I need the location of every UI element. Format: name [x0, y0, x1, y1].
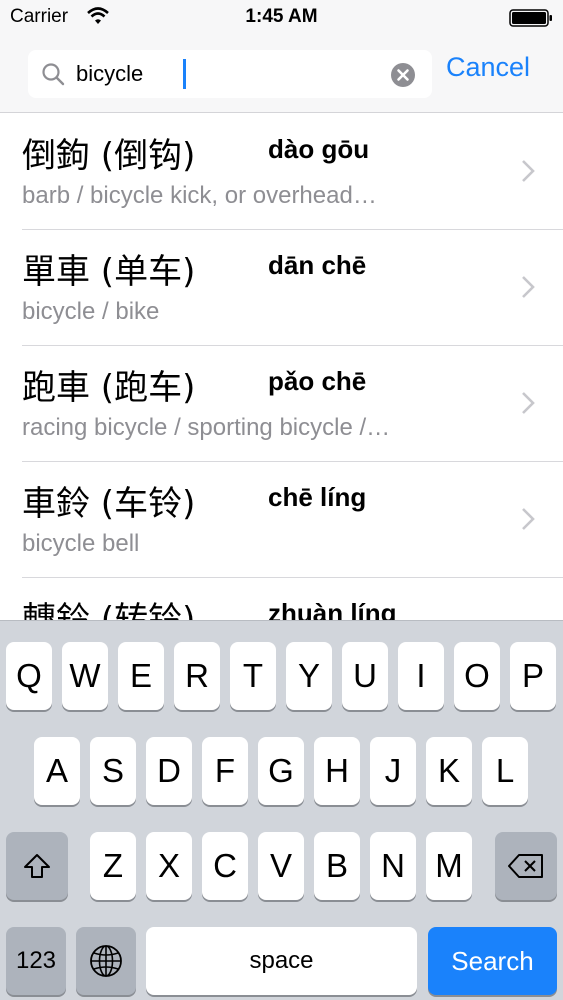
key-l[interactable]: L: [482, 737, 528, 805]
entry-pinyin: pǎo chē: [268, 366, 367, 396]
key-g[interactable]: G: [258, 737, 304, 805]
key-c[interactable]: C: [202, 832, 248, 900]
battery-icon: [509, 9, 552, 27]
key-h[interactable]: H: [314, 737, 360, 805]
key-n[interactable]: N: [370, 832, 416, 900]
entry-pinyin: zhuàn líng: [268, 598, 397, 620]
entry-meaning: bicycle / bike: [22, 298, 160, 325]
list-item[interactable]: 倒鉤 (倒钩) dào gōu barb / bicycle kick, or …: [0, 114, 563, 230]
entry-characters: 車鈴 (车铃): [22, 484, 196, 524]
search-input[interactable]: [76, 57, 376, 91]
list-item[interactable]: 跑車 (跑车) pǎo chē racing bicycle / sportin…: [0, 346, 563, 462]
entry-pinyin: dān chē: [268, 250, 367, 280]
entry-characters: 轉鈴 (转铃): [22, 600, 196, 620]
chevron-right-icon: [522, 392, 535, 414]
key-r[interactable]: R: [174, 642, 220, 710]
key-j[interactable]: J: [370, 737, 416, 805]
entry-pinyin: chē líng: [268, 482, 367, 512]
search-key[interactable]: Search: [428, 927, 557, 995]
chevron-right-icon: [522, 160, 535, 182]
key-v[interactable]: V: [258, 832, 304, 900]
backspace-icon: [508, 854, 543, 878]
keyboard: Q W E R T Y U I O P A S D F G H J K L Z …: [0, 620, 563, 1000]
key-t[interactable]: T: [230, 642, 276, 710]
backspace-key[interactable]: [495, 832, 557, 900]
key-q[interactable]: Q: [6, 642, 52, 710]
key-u[interactable]: U: [342, 642, 388, 710]
list-item[interactable]: 轉鈴 (转铃) zhuàn líng: [0, 578, 563, 620]
key-e[interactable]: E: [118, 642, 164, 710]
key-w[interactable]: W: [62, 642, 108, 710]
numbers-key[interactable]: 123: [6, 927, 66, 995]
key-m[interactable]: M: [426, 832, 472, 900]
shift-icon: [24, 854, 50, 878]
key-y[interactable]: Y: [286, 642, 332, 710]
clock: 1:45 AM: [245, 6, 318, 27]
entry-characters: 倒鉤 (倒钩): [22, 136, 196, 176]
chevron-right-icon: [522, 276, 535, 298]
entry-meaning: barb / bicycle kick, or overhead…: [22, 182, 377, 209]
clear-icon[interactable]: [390, 62, 416, 88]
key-o[interactable]: O: [454, 642, 500, 710]
key-s[interactable]: S: [90, 737, 136, 805]
status-bar: Carrier 1:45 AM: [0, 0, 563, 40]
key-i[interactable]: I: [398, 642, 444, 710]
key-b[interactable]: B: [314, 832, 360, 900]
search-bar: Cancel: [0, 40, 563, 113]
key-f[interactable]: F: [202, 737, 248, 805]
list-item[interactable]: 單車 (单车) dān chē bicycle / bike: [0, 230, 563, 346]
globe-icon: [90, 945, 122, 977]
search-icon: [42, 63, 65, 86]
cancel-button[interactable]: Cancel: [446, 52, 530, 83]
globe-key[interactable]: [76, 927, 136, 995]
entry-characters: 單車 (单车): [22, 252, 196, 292]
key-p[interactable]: P: [510, 642, 556, 710]
key-a[interactable]: A: [34, 737, 80, 805]
list-item[interactable]: 車鈴 (车铃) chē líng bicycle bell: [0, 462, 563, 578]
shift-key[interactable]: [6, 832, 68, 900]
entry-pinyin: dào gōu: [268, 134, 370, 164]
entry-characters: 跑車 (跑车): [22, 368, 196, 408]
space-key[interactable]: space: [146, 927, 417, 995]
search-field[interactable]: [28, 50, 432, 98]
entry-meaning: racing bicycle / sporting bicycle /…: [22, 414, 391, 441]
chevron-right-icon: [522, 508, 535, 530]
key-k[interactable]: K: [426, 737, 472, 805]
text-cursor: [183, 59, 186, 89]
results-list: 倒鉤 (倒钩) dào gōu barb / bicycle kick, or …: [0, 114, 563, 620]
key-d[interactable]: D: [146, 737, 192, 805]
entry-meaning: bicycle bell: [22, 530, 140, 557]
key-z[interactable]: Z: [90, 832, 136, 900]
key-x[interactable]: X: [146, 832, 192, 900]
